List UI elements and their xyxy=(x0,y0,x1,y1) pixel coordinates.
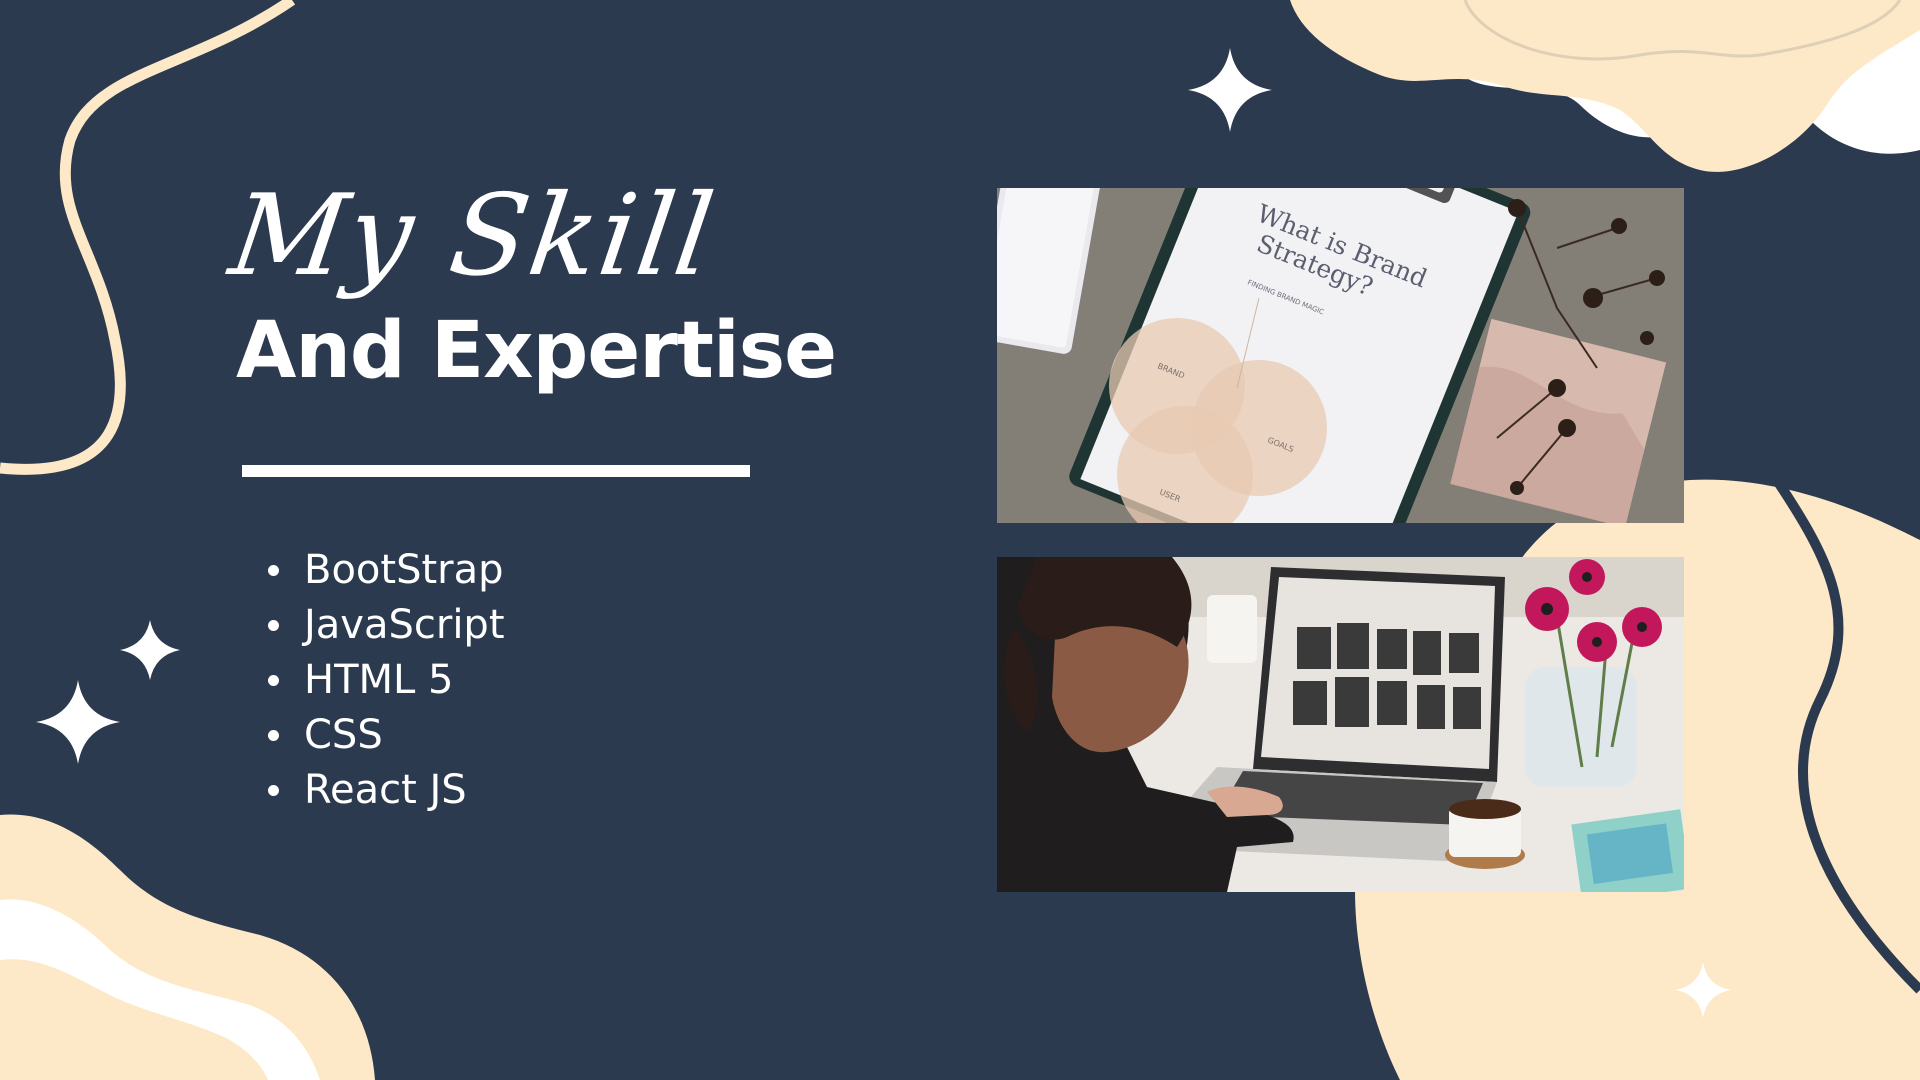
sparkle-icon-top xyxy=(1188,48,1272,132)
background-decoration xyxy=(0,0,1920,1080)
skill-item: BootStrap xyxy=(268,545,505,600)
woman-laptop-photo xyxy=(997,557,1684,892)
sparkle-icon-left-small xyxy=(120,620,180,680)
title-divider xyxy=(242,465,750,477)
skill-item: JavaScript xyxy=(268,600,505,655)
main-title: And Expertise xyxy=(236,306,837,396)
top-right-cream-blob xyxy=(1290,0,1920,172)
skill-item: React JS xyxy=(268,765,505,820)
skill-item: CSS xyxy=(268,710,505,765)
sparkle-icon-left-large xyxy=(36,680,120,764)
skills-list: BootStrap JavaScript HTML 5 CSS React JS xyxy=(268,545,505,820)
brand-strategy-photo: What is Brand Strategy? FINDING BRAND MA… xyxy=(997,188,1684,523)
script-title: My Skill xyxy=(222,171,723,301)
skill-item: HTML 5 xyxy=(268,655,505,710)
